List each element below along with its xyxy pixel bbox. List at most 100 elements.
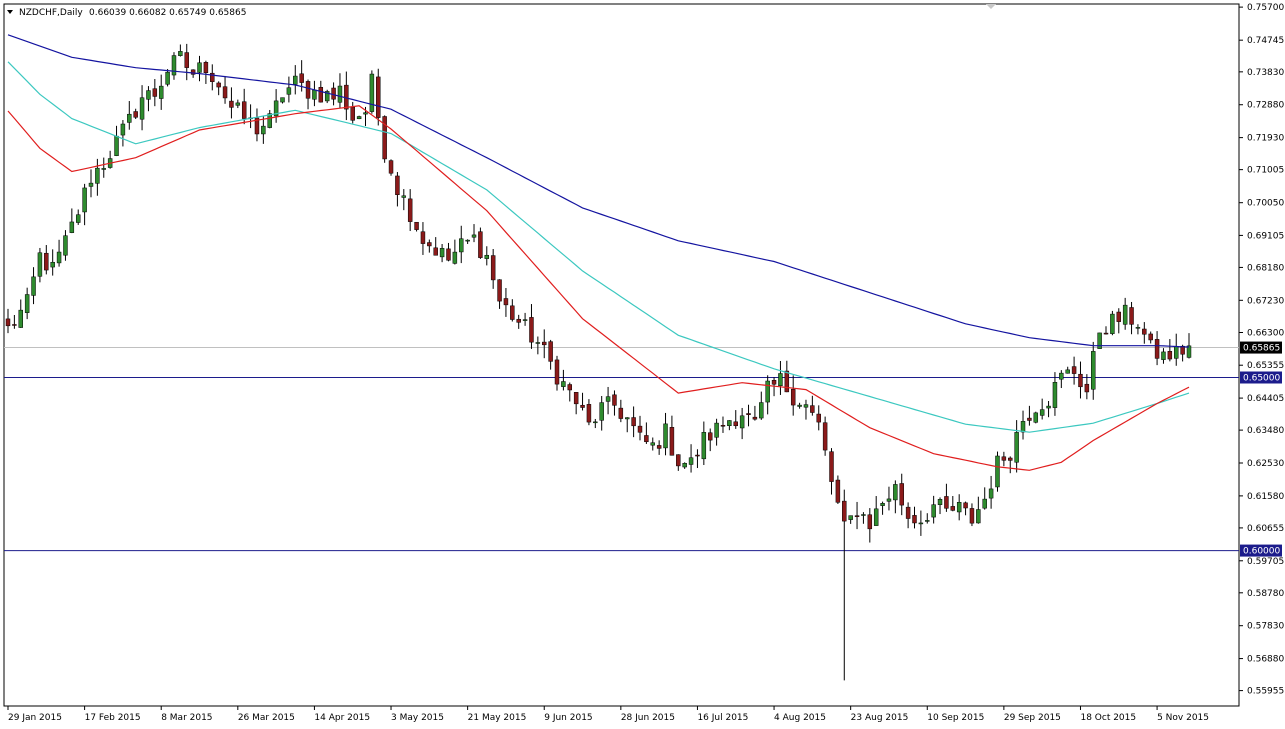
candle-body [624,417,630,420]
y-tick-label: 0.72880 [1247,101,1284,111]
y-tick-label: 0.64405 [1247,394,1284,404]
candle-body [682,463,687,468]
candle-body [152,88,158,97]
candle-body [1059,372,1064,380]
candle-body [701,432,707,460]
candle-body [63,235,68,256]
candle-body [18,309,23,328]
candle-body [1020,421,1026,433]
candle-body [937,499,943,505]
y-tick-label: 0.61580 [1247,492,1284,502]
symbol-title: NZDCHF,Daily [19,8,83,18]
candle-body [899,483,904,506]
candle-body [969,508,975,524]
candle-body [771,379,777,385]
candle-body [593,421,598,424]
candle-body [733,421,738,427]
candle-body [644,435,649,443]
candle-body [331,87,336,100]
candle-body [516,318,521,323]
candle-body [554,359,560,385]
candle-body [12,324,17,326]
y-tick-label: 0.71930 [1247,134,1284,144]
candle-body [452,251,458,264]
candle-body [925,520,930,522]
candle-body [988,488,994,499]
candle-body [395,175,400,195]
y-tick-label: 0.63480 [1247,426,1284,436]
y-tick-label: 0.71005 [1247,166,1284,176]
y-tick-label: 0.75700 [1247,3,1284,13]
candle-body [1046,405,1051,409]
candle-body [835,479,841,503]
candle-body [229,100,234,108]
candle-body [50,261,55,268]
candle-body [656,445,662,449]
candle-body [120,123,126,136]
level-price-label: 0.60000 [1243,547,1280,557]
x-tick-label: 28 Jun 2015 [621,713,675,723]
y-tick-label: 0.74745 [1247,36,1284,46]
candle-body [31,276,36,296]
candle-body [542,341,547,346]
candle-body [561,381,566,387]
candle-body [905,506,911,519]
x-tick-label: 5 Nov 2015 [1157,713,1209,723]
candle-body [803,404,809,408]
candle-body [695,454,700,457]
candle-body [376,76,381,118]
candle-body [69,221,75,233]
candlestick-chart[interactable]: 0.75700 0.74745 0.73830 0.72880 0.71930 0.710… [0,0,1285,725]
candle-body [299,73,304,83]
x-tick-label: 16 Jul 2015 [697,713,748,723]
candle-body [752,416,758,420]
candle-body [1129,307,1134,325]
candle-body [235,102,241,106]
candle-body [203,62,209,74]
candle-body [739,415,745,429]
candle-body [363,112,368,115]
candle-body [241,101,247,119]
candle-body [350,106,355,121]
candle-body [707,432,713,441]
chart-window[interactable]: 0.75700 0.74745 0.73830 0.72880 0.71930 0.710… [0,0,1285,725]
y-tick-label: 0.65355 [1247,361,1284,371]
candle-body [573,392,579,405]
candle-body [388,160,394,174]
candle-body [1174,346,1179,359]
candle-body [1167,351,1173,360]
y-tick-label: 0.57830 [1247,622,1284,632]
candle-body [586,404,592,423]
candle-body [886,498,892,502]
candle-body [650,442,655,446]
candle-body [829,451,834,482]
x-tick-label: 23 Aug 2015 [851,713,909,723]
candle-body [127,113,132,123]
plot-frame [3,3,1240,707]
candle-body [465,239,470,242]
candle-body [184,52,189,68]
candle-body [75,214,81,223]
candle-body [867,514,873,530]
candle-body [178,51,183,56]
candle-body [1116,311,1122,322]
candle-body [484,254,490,259]
candle-body [503,298,509,306]
x-tick-label: 29 Jan 2015 [8,713,62,723]
candle-body [1084,383,1090,393]
candle-body [1078,373,1083,388]
candle-body [286,87,292,95]
x-tick-label: 21 May 2015 [468,713,527,723]
candle-body [433,247,438,256]
candle-body [139,97,145,120]
candle-body [1014,432,1019,463]
candle-body [197,62,202,73]
candle-body [1142,328,1147,335]
candle-body [414,221,419,230]
candle-body [24,294,30,313]
x-tick-label: 10 Sep 2015 [927,713,984,723]
candle-body [216,82,221,88]
candle-body [337,85,343,103]
candle-body [880,503,885,506]
candle-body [446,248,451,261]
